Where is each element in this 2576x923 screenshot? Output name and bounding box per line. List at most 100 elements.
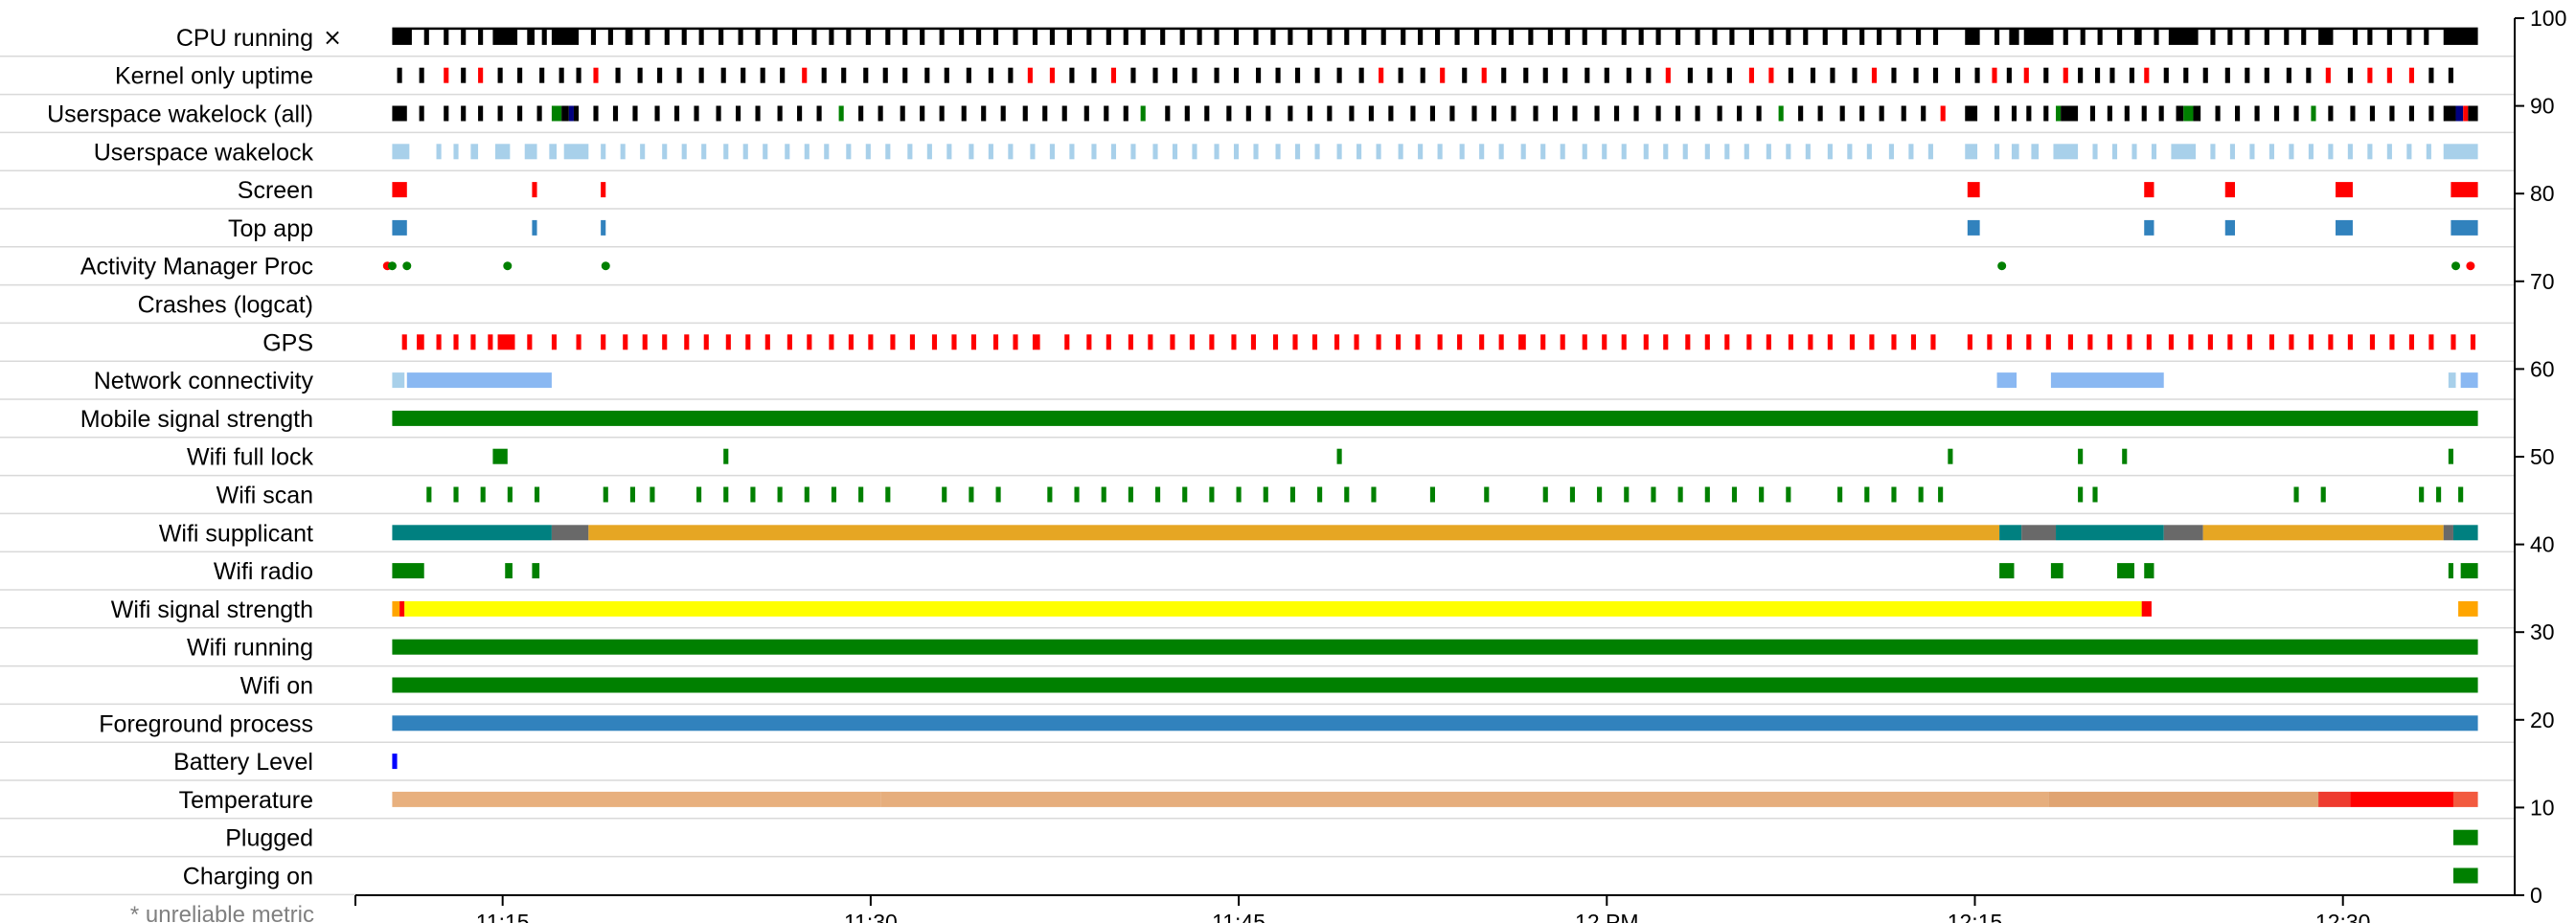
row-activity-manager-proc-event[interactable] bbox=[402, 261, 412, 271]
row-temperature-segment[interactable] bbox=[2350, 791, 2453, 807]
row-gps-segment[interactable] bbox=[807, 334, 812, 350]
row-kernel-only-uptime-segment[interactable] bbox=[1891, 67, 1897, 83]
close-icon[interactable]: × bbox=[323, 24, 342, 51]
row-gps-segment[interactable] bbox=[1643, 334, 1649, 350]
row-userspace-wakelock-all-segment[interactable] bbox=[878, 105, 883, 122]
row-userspace-wakelock-segment[interactable] bbox=[1049, 144, 1055, 160]
row-gps-segment[interactable] bbox=[1457, 334, 1463, 350]
row-cpu-running-segment[interactable] bbox=[2284, 29, 2290, 45]
row-cpu-running-segment[interactable] bbox=[1086, 29, 1092, 45]
row-kernel-only-uptime-segment[interactable] bbox=[461, 67, 467, 83]
row-kernel-only-uptime-segment[interactable] bbox=[1501, 67, 1507, 83]
row-kernel-only-uptime-segment[interactable] bbox=[1542, 67, 1548, 83]
row-cpu-running-segment[interactable] bbox=[1214, 29, 1220, 45]
row-gps-segment[interactable] bbox=[497, 334, 515, 350]
row-userspace-wakelock-all-segment[interactable] bbox=[444, 105, 449, 122]
row-userspace-wakelock-segment[interactable] bbox=[2367, 144, 2373, 160]
row-userspace-wakelock-segment[interactable] bbox=[946, 144, 952, 160]
row-userspace-wakelock-all-segment[interactable] bbox=[2107, 105, 2112, 122]
row-userspace-wakelock-all-segment[interactable] bbox=[1061, 105, 1067, 122]
row-gps-segment[interactable] bbox=[1086, 334, 1092, 350]
row-userspace-wakelock-all-segment[interactable] bbox=[2468, 105, 2478, 122]
row-cpu-running-segment[interactable] bbox=[2318, 29, 2334, 45]
row-kernel-only-uptime-segment[interactable] bbox=[2264, 67, 2269, 83]
row-wifi-scan-segment[interactable] bbox=[696, 486, 702, 503]
row-userspace-wakelock-all-segment[interactable] bbox=[1633, 105, 1639, 122]
row-cpu-running-segment[interactable] bbox=[2386, 29, 2392, 45]
row-kernel-only-uptime-segment[interactable] bbox=[2078, 67, 2084, 83]
row-userspace-wakelock-all-segment[interactable] bbox=[1165, 105, 1171, 122]
row-gps-segment[interactable] bbox=[1376, 334, 1381, 350]
row-userspace-wakelock-all-segment[interactable] bbox=[1921, 105, 1926, 122]
row-gps-segment[interactable] bbox=[1930, 334, 1936, 350]
row-screen-segment[interactable] bbox=[532, 182, 537, 198]
row-cpu-running-segment[interactable] bbox=[718, 29, 724, 45]
row-userspace-wakelock-segment[interactable] bbox=[1336, 144, 1342, 160]
row-temperature-segment[interactable] bbox=[392, 791, 881, 807]
row-cpu-running-segment[interactable] bbox=[1994, 29, 2000, 45]
row-userspace-wakelock-segment[interactable] bbox=[494, 144, 511, 160]
row-kernel-only-uptime-segment[interactable] bbox=[988, 67, 993, 83]
row-wifi-scan-segment[interactable] bbox=[777, 486, 783, 503]
row-kernel-only-uptime-segment[interactable] bbox=[944, 67, 949, 83]
row-gps-segment[interactable] bbox=[576, 334, 581, 350]
row-wifi-supplicant-segment[interactable] bbox=[588, 525, 2000, 541]
row-kernel-only-uptime-segment[interactable] bbox=[2347, 67, 2353, 83]
row-kernel-only-uptime-segment[interactable] bbox=[1626, 67, 1631, 83]
row-kernel-only-uptime-segment[interactable] bbox=[924, 67, 930, 83]
row-cpu-running-segment[interactable] bbox=[2080, 29, 2086, 45]
row-userspace-wakelock-segment[interactable] bbox=[563, 144, 589, 160]
row-wifi-scan-segment[interactable] bbox=[2320, 486, 2326, 503]
row-userspace-wakelock-segment[interactable] bbox=[2011, 144, 2019, 160]
row-wifi-scan-segment[interactable] bbox=[1236, 486, 1242, 503]
row-gps-segment[interactable] bbox=[931, 334, 938, 350]
row-userspace-wakelock-all-segment[interactable] bbox=[654, 105, 660, 122]
row-cpu-running-segment[interactable] bbox=[1803, 29, 1809, 45]
row-userspace-wakelock-all-segment[interactable] bbox=[1879, 105, 1884, 122]
row-userspace-wakelock-all-segment[interactable] bbox=[2350, 105, 2356, 122]
row-userspace-wakelock-segment[interactable] bbox=[1437, 144, 1443, 160]
row-cpu-running-segment[interactable] bbox=[1106, 29, 1111, 45]
row-gps-segment[interactable] bbox=[2207, 334, 2213, 350]
row-cpu-running-segment[interactable] bbox=[1712, 29, 1718, 45]
row-userspace-wakelock-segment[interactable] bbox=[1866, 144, 1872, 160]
row-kernel-only-uptime-segment[interactable] bbox=[2202, 67, 2208, 83]
row-userspace-wakelock-segment[interactable] bbox=[885, 144, 891, 160]
row-screen-segment[interactable] bbox=[392, 182, 407, 198]
row-userspace-wakelock-all-segment[interactable] bbox=[1184, 105, 1190, 122]
row-network-connectivity-segment[interactable] bbox=[392, 372, 405, 389]
row-kernel-only-uptime-segment[interactable] bbox=[1726, 67, 1732, 83]
row-userspace-wakelock-segment[interactable] bbox=[2443, 144, 2478, 160]
row-userspace-wakelock-segment[interactable] bbox=[2111, 144, 2118, 160]
row-kernel-only-uptime-segment[interactable] bbox=[593, 67, 599, 83]
row-userspace-wakelock-all-segment[interactable] bbox=[1410, 105, 1416, 122]
row-wifi-scan-segment[interactable] bbox=[942, 486, 947, 503]
row-kernel-only-uptime-segment[interactable] bbox=[1214, 67, 1220, 83]
row-userspace-wakelock-all-segment[interactable] bbox=[593, 105, 599, 122]
row-kernel-only-uptime-segment[interactable] bbox=[1523, 67, 1529, 83]
row-userspace-wakelock-all-segment[interactable] bbox=[536, 105, 542, 122]
row-cpu-running-segment[interactable] bbox=[1528, 29, 1534, 45]
row-cpu-running-segment[interactable] bbox=[738, 29, 743, 45]
row-gps-segment[interactable] bbox=[2408, 334, 2414, 350]
row-gps-segment[interactable] bbox=[2107, 334, 2112, 350]
row-wifi-scan-segment[interactable] bbox=[831, 486, 837, 503]
row-cpu-running-segment[interactable] bbox=[1066, 29, 1072, 45]
row-userspace-wakelock-all-segment[interactable] bbox=[497, 105, 503, 122]
row-kernel-only-uptime-segment[interactable] bbox=[1932, 67, 1939, 83]
row-wifi-scan-segment[interactable] bbox=[1429, 486, 1435, 503]
row-cpu-running-segment[interactable] bbox=[791, 29, 798, 45]
row-cpu-running-segment[interactable] bbox=[992, 29, 999, 45]
row-userspace-wakelock-all-segment[interactable] bbox=[1327, 105, 1333, 122]
row-cpu-running-segment[interactable] bbox=[2097, 29, 2103, 45]
row-userspace-wakelock-all-segment[interactable] bbox=[2463, 105, 2469, 122]
row-cpu-running-segment[interactable] bbox=[1564, 29, 1570, 45]
row-gps-segment[interactable] bbox=[2087, 334, 2093, 350]
row-wifi-signal-strength-segment[interactable] bbox=[392, 600, 400, 617]
row-gps-segment[interactable] bbox=[786, 334, 792, 350]
row-userspace-wakelock-all-segment[interactable] bbox=[1083, 105, 1089, 122]
row-kernel-only-uptime-segment[interactable] bbox=[1665, 67, 1671, 83]
row-userspace-wakelock-all-segment[interactable] bbox=[1245, 105, 1251, 122]
row-cpu-running-segment[interactable] bbox=[2227, 29, 2233, 45]
row-kernel-only-uptime-segment[interactable] bbox=[1130, 67, 1136, 83]
